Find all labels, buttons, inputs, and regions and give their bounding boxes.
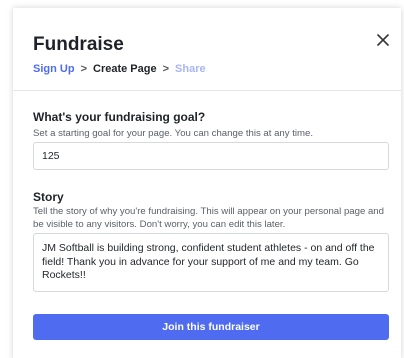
breadcrumb: Sign Up > Create Page > Share [33,63,206,75]
fundraise-modal: Fundraise Sign Up > Create Page > Share … [13,8,401,358]
breadcrumb-step-create-page: Create Page [93,63,157,75]
close-icon[interactable] [371,28,395,52]
breadcrumb-separator: > [80,63,87,75]
goal-label: What's your fundraising goal? [33,110,206,124]
join-fundraiser-button[interactable]: Join this fundraiser [33,314,389,340]
story-help-text: Tell the story of why you're fundraising… [33,206,384,230]
breadcrumb-step-share: Share [175,63,206,75]
breadcrumb-separator: > [162,63,170,75]
story-textarea[interactable]: JM Softball is building strong, confiden… [33,233,389,292]
modal-header: Fundraise Sign Up > Create Page > Share [13,8,401,90]
modal-title: Fundraise [33,34,124,55]
goal-help-text: Set a starting goal for your page. You c… [33,128,313,139]
breadcrumb-step-sign-up[interactable]: Sign Up [33,63,75,75]
story-label: Story [33,190,64,204]
header-divider [13,90,401,91]
goal-input[interactable]: 125 [33,142,389,170]
